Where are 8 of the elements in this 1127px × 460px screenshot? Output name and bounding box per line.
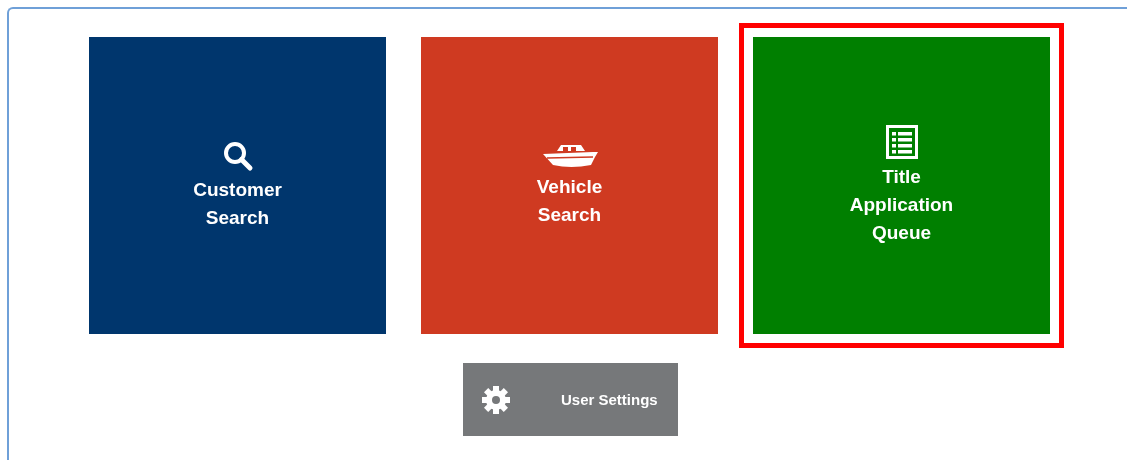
search-icon (221, 139, 254, 172)
list-icon (885, 124, 918, 159)
menu-tile[interactable]: Title Application Queue (739, 23, 1064, 348)
boat-icon (540, 142, 599, 169)
menu-tile[interactable]: Vehicle Search (421, 37, 718, 334)
menu-tile[interactable]: Customer Search (89, 37, 386, 334)
user-settings-button[interactable]: User Settings (463, 363, 678, 436)
gear-icon (481, 384, 511, 415)
